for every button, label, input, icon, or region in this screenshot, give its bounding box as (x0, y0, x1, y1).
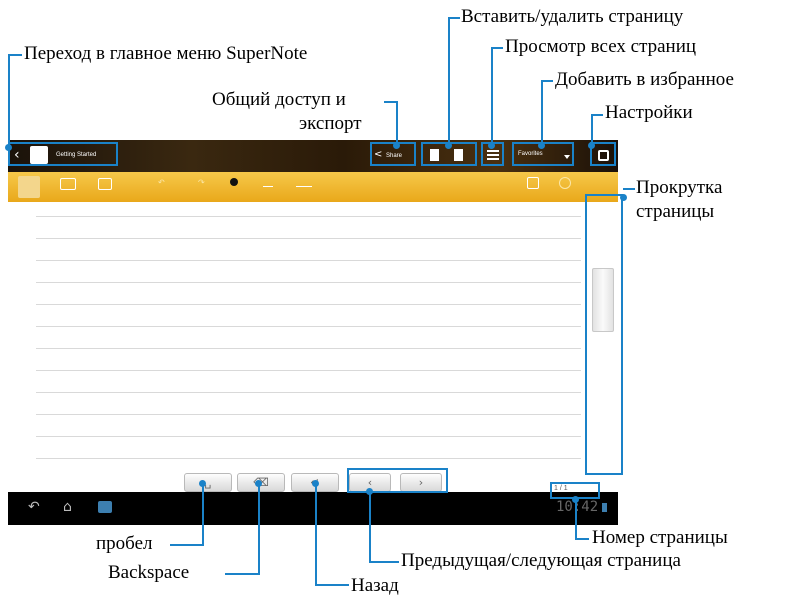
callout-backspace: Backspace (108, 562, 190, 583)
callout-settings: Настройки (605, 102, 693, 123)
prev-next-highlight (347, 468, 448, 493)
callout-back: Назад (351, 575, 399, 596)
callout-scroll-line1: Прокрутка (636, 177, 723, 198)
ruled-line (36, 326, 581, 327)
ruled-line (36, 436, 581, 437)
device-screen: ‹ Getting Started < Share Favorites ↶ ↷ (8, 140, 618, 525)
color-dot-icon[interactable] (230, 178, 238, 186)
space-key[interactable]: ␣ (184, 473, 232, 492)
ruled-line (36, 260, 581, 261)
ruled-line (36, 216, 581, 217)
back-nav-icon[interactable]: ↶ (28, 499, 40, 515)
callout-page-number: Номер страницы (592, 527, 728, 548)
note-page[interactable] (8, 202, 618, 492)
ruled-line (36, 238, 581, 239)
callout-add-favorite: Добавить в избранное (555, 69, 734, 90)
callout-share-line2: экспорт (299, 113, 362, 134)
recent-apps-icon[interactable] (98, 501, 112, 513)
callout-main-menu: Переход в главное меню SuperNote (24, 43, 308, 64)
stroke-icon[interactable] (263, 178, 273, 187)
system-nav-bar: ↶ ⌂ 1 / 1 10:42 (8, 485, 618, 525)
scroll-highlight (585, 194, 623, 475)
help-icon[interactable] (559, 177, 571, 189)
keyboard-mode-icon[interactable] (60, 178, 76, 190)
ruled-line (36, 392, 581, 393)
signal-icon (602, 503, 607, 512)
callout-insert-delete-page: Вставить/удалить страницу (461, 6, 684, 27)
scribble-mode-icon[interactable] (18, 176, 40, 198)
ruled-line (36, 304, 581, 305)
callout-view-all-pages: Просмотр всех страниц (505, 36, 697, 57)
ruled-line (36, 414, 581, 415)
edit-toolbar: ↶ ↷ (8, 172, 618, 202)
callout-space: пробел (96, 533, 153, 554)
ruled-line (36, 282, 581, 283)
callout-scroll-line2: страницы (636, 201, 715, 222)
undo-icon[interactable]: ↶ (158, 178, 165, 187)
disable-edit-icon[interactable] (527, 177, 539, 189)
callout-share-line1: Общий доступ и (212, 89, 346, 110)
callout-prev-next: Предыдущая/следующая страница (401, 550, 681, 571)
insert-icon[interactable] (98, 178, 112, 190)
redo-icon[interactable]: ↷ (198, 178, 205, 187)
ruled-line (36, 370, 581, 371)
ruled-line (36, 458, 581, 459)
read-only-icon[interactable] (296, 178, 312, 187)
home-nav-icon[interactable]: ⌂ (63, 499, 72, 515)
ruled-line (36, 348, 581, 349)
main-menu-highlight (8, 142, 118, 166)
